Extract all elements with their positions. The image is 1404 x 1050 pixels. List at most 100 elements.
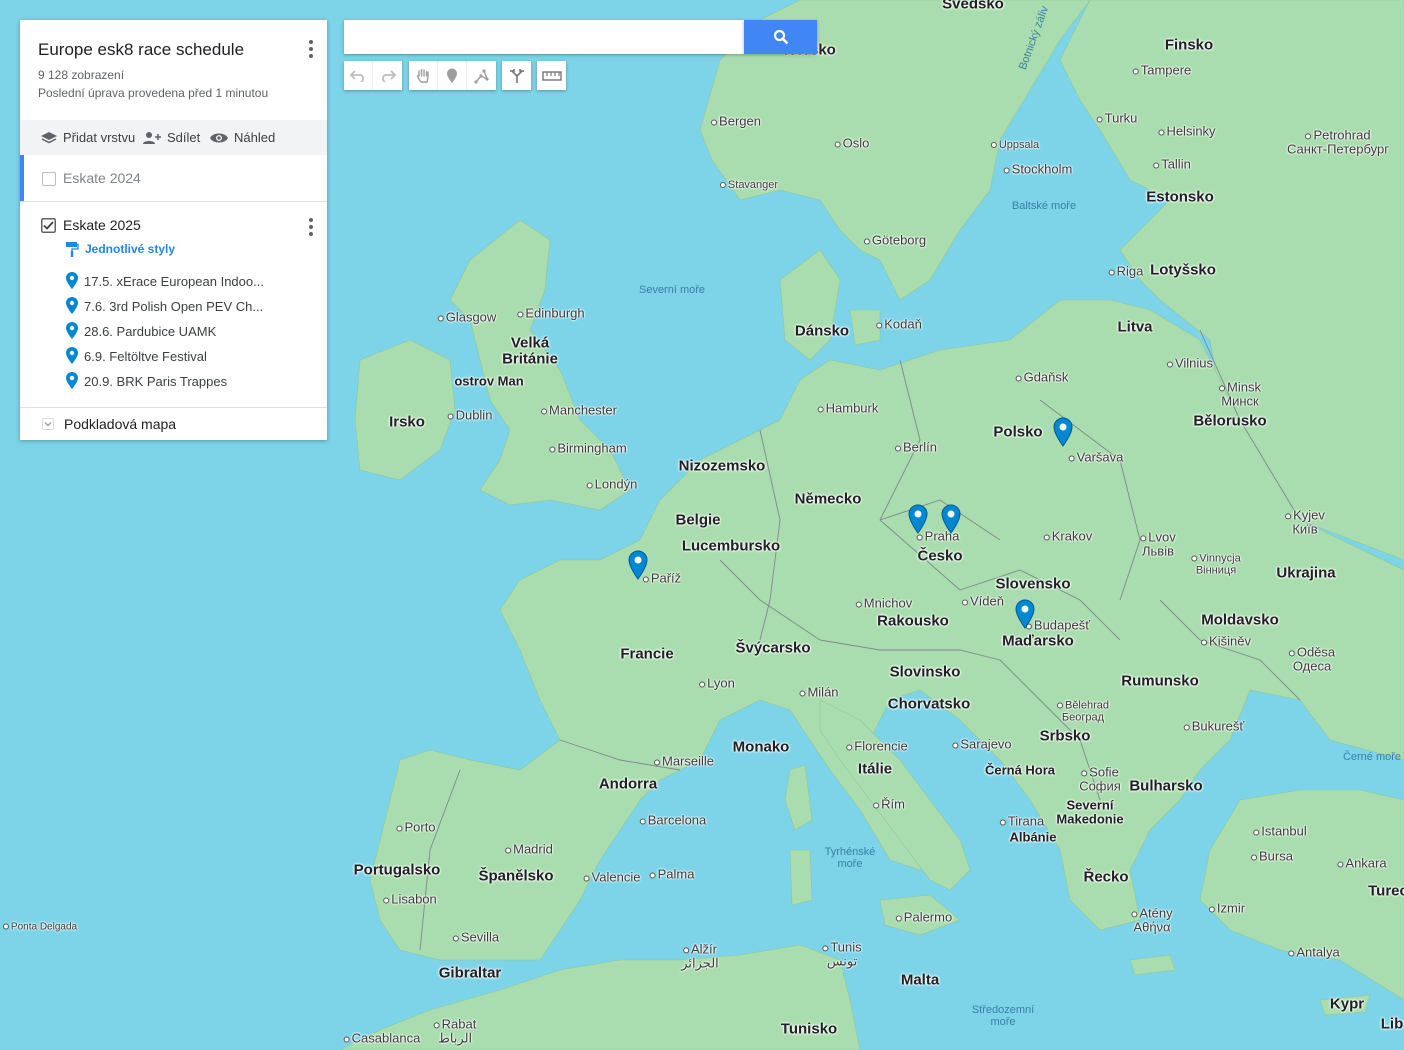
- map-city-label: Vilnius: [1167, 356, 1213, 371]
- map-country-label: Finsko: [1164, 36, 1214, 54]
- map-country-label: Rumunsko: [1121, 672, 1199, 690]
- hand-icon: [416, 68, 429, 83]
- draw-line-icon: [473, 68, 489, 84]
- map-country-label: Švýcarsko: [735, 639, 811, 657]
- search-input[interactable]: [344, 20, 744, 54]
- draw-line-button[interactable]: [467, 61, 496, 90]
- map-city-label: Palma: [650, 867, 695, 882]
- map-country-label: Francie: [620, 645, 674, 663]
- map-pin-icon: [66, 347, 78, 364]
- map-country-label: Česko: [917, 547, 963, 565]
- layer-item[interactable]: 17.5. xErace European Indoo...: [65, 272, 264, 290]
- map-pin-icon[interactable]: [907, 504, 929, 534]
- map-city-label: Helsinky: [1158, 124, 1215, 139]
- map-sea-label: Baltské moře: [1011, 200, 1077, 212]
- map-city-label: Rabat الرباط: [434, 1017, 477, 1044]
- map-country-label: Severní Makedonie: [1056, 797, 1124, 826]
- map-city-label: Lyon: [699, 676, 735, 691]
- map-city-label: Sevilla: [453, 930, 499, 945]
- share-button[interactable]: Sdílet: [142, 120, 200, 155]
- chevron-down-icon[interactable]: [42, 418, 54, 430]
- hand-tool-button[interactable]: [409, 61, 438, 90]
- map-city-label: Izmir: [1209, 901, 1245, 916]
- layers-icon: [41, 131, 57, 143]
- search-button[interactable]: [744, 20, 817, 54]
- map-title[interactable]: Europe esk8 race schedule: [38, 40, 244, 60]
- map-country-label: Španělsko: [478, 867, 554, 885]
- layer-name[interactable]: Eskate 2024: [63, 170, 141, 186]
- map-country-label: Dánsko: [794, 322, 850, 340]
- layer-checkbox[interactable]: [42, 172, 56, 186]
- marker-icon: [447, 68, 457, 83]
- map-city-label: Kišiněv: [1201, 634, 1251, 649]
- layer-item[interactable]: 28.6. Pardubice UAMK: [65, 322, 216, 340]
- map-country-label: Černá Hora: [984, 762, 1056, 778]
- layer-item-label: 28.6. Pardubice UAMK: [84, 323, 217, 339]
- map-city-label: Edinburgh: [517, 306, 584, 321]
- map-city-label: Istanbul: [1253, 824, 1307, 839]
- base-map-row[interactable]: Podkladová mapa: [20, 408, 327, 440]
- panel-actions: Přidat vrstvu Sdílet Náhled: [20, 120, 327, 155]
- map-pin-icon[interactable]: [1052, 417, 1074, 447]
- directions-group: [502, 61, 531, 90]
- map-city-label: Sofie София: [1079, 764, 1121, 793]
- map-city-label: Riga: [1109, 264, 1144, 279]
- layer-name[interactable]: Eskate 2025: [63, 217, 141, 233]
- map-city-label: Lisabon: [383, 892, 437, 907]
- map-city-label: Berlín: [895, 440, 937, 455]
- map-pin-icon[interactable]: [1014, 599, 1036, 629]
- map-city-label: Dublin: [448, 408, 493, 423]
- map-city-label: Tallin: [1153, 157, 1191, 172]
- map-city-label: Ankara: [1337, 856, 1386, 871]
- view-count: 9 128 zobrazení: [38, 68, 125, 82]
- map-pin-icon[interactable]: [940, 504, 962, 534]
- map-city-label: Porto: [396, 820, 435, 835]
- add-directions-button[interactable]: [502, 61, 531, 90]
- redo-button[interactable]: [373, 61, 402, 90]
- undo-button[interactable]: [344, 61, 373, 90]
- map-city-label: Tirana: [1000, 814, 1044, 829]
- preview-label: Náhled: [234, 130, 276, 145]
- layer-item-label: 6.9. Feltöltve Festival: [84, 348, 207, 364]
- layer-item[interactable]: 20.9. BRK Paris Trappes: [65, 372, 227, 390]
- map-city-label: Bergen: [711, 114, 761, 129]
- redo-icon: [381, 69, 396, 82]
- map-city-label: Madrid: [505, 842, 553, 857]
- selected-layer-indicator: [20, 155, 24, 201]
- layer-eskate-2024[interactable]: Eskate 2024: [20, 155, 327, 201]
- add-marker-button[interactable]: [438, 61, 467, 90]
- add-layer-button[interactable]: Přidat vrstvu: [40, 120, 135, 155]
- map-country-label: Kypr: [1329, 995, 1365, 1013]
- map-city-label: Řím: [873, 797, 905, 812]
- more-options-icon[interactable]: [309, 40, 313, 58]
- checked-checkbox-icon[interactable]: [41, 218, 56, 233]
- map-city-label: Sarajevo: [952, 737, 1011, 752]
- individual-styles-link[interactable]: Jednotlivé styly: [65, 241, 175, 257]
- layer-more-options-icon[interactable]: [309, 218, 313, 236]
- layer-item[interactable]: 6.9. Feltöltve Festival: [65, 347, 207, 365]
- map-country-label: Malta: [900, 971, 940, 989]
- map-sea-label: Černé moře: [1342, 751, 1402, 763]
- map-city-label: Vídeň: [962, 594, 1004, 609]
- base-map-label: Podkladová mapa: [64, 416, 177, 432]
- layer-item[interactable]: 7.6. 3rd Polish Open PEV Ch...: [65, 297, 263, 315]
- drawing-tools-group: [409, 61, 496, 90]
- add-layer-label: Přidat vrstvu: [63, 130, 136, 145]
- map-city-label: Milán: [799, 685, 838, 700]
- map-country-label: Srbsko: [1039, 727, 1091, 745]
- map-city-label: Florencie: [846, 739, 907, 754]
- map-country-label: Německo: [794, 490, 862, 508]
- map-city-label: Kodaň: [876, 317, 922, 332]
- map-country-label: Albánie: [1009, 829, 1057, 845]
- map-country-label: Belgie: [675, 511, 721, 529]
- map-pin-icon: [66, 372, 78, 389]
- measure-button[interactable]: [537, 61, 566, 90]
- map-city-label: Vinnycja Вінниця: [1191, 553, 1241, 576]
- map-pin-icon[interactable]: [627, 550, 649, 580]
- map-city-label: Petrohrad Санкт-Петербург: [1287, 127, 1389, 156]
- map-country-label: Itálie: [857, 760, 893, 778]
- layer-eskate-2025[interactable]: Eskate 2025 Jednotlivé styly 17.5. xErac…: [20, 202, 327, 407]
- preview-button[interactable]: Náhled: [209, 120, 275, 155]
- search-icon: [773, 29, 788, 45]
- map-sea-label: Středozemní moře: [971, 1004, 1035, 1028]
